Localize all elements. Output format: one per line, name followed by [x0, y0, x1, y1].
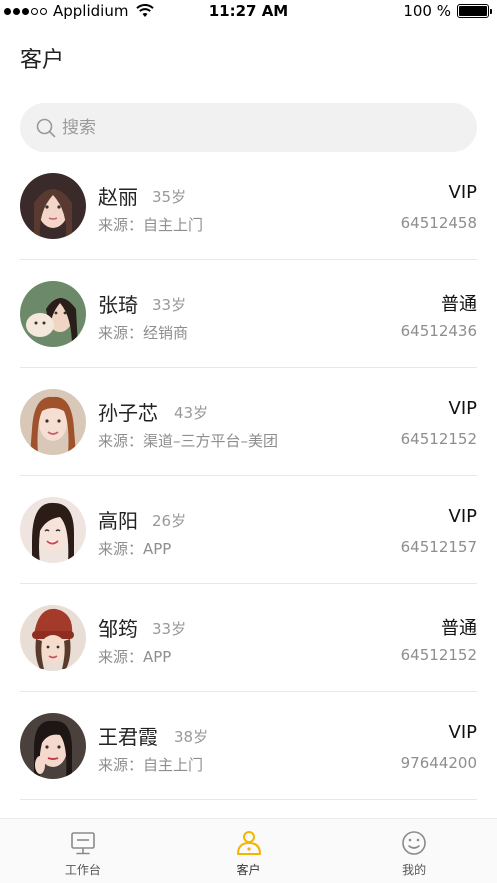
customer-tier: 普通 — [441, 294, 477, 315]
customer-name: 赵丽 — [98, 185, 138, 209]
status-right: 100 % — [403, 2, 492, 20]
tab-label: 客户 — [236, 863, 261, 877]
customer-tier: VIP — [448, 398, 477, 419]
battery-icon — [457, 4, 492, 18]
customer-phone: 97644200 — [400, 754, 477, 772]
status-bar: Applidium 11:27 AM 100 % — [0, 0, 497, 22]
customer-phone: 64512458 — [400, 214, 477, 232]
monitor-icon — [71, 832, 95, 855]
customer-tier: VIP — [448, 182, 477, 203]
customer-age: 26岁 — [152, 512, 187, 530]
customer-row[interactable]: 赵丽 35岁 来源：自主上门 VIP 64512458 — [20, 152, 477, 260]
avatar — [20, 497, 86, 563]
customer-source: 来源：APP — [98, 648, 172, 666]
tab-label: 我的 — [402, 863, 427, 877]
customer-phone: 64512152 — [400, 646, 477, 664]
customer-age: 33岁 — [152, 620, 187, 638]
smile-icon — [402, 831, 426, 855]
customer-name: 孙子芯 — [98, 401, 158, 425]
avatar — [20, 281, 86, 347]
customer-row[interactable]: 邹筠 33岁 来源：APP 普通 64512152 — [20, 584, 477, 692]
customer-age: 43岁 — [174, 404, 209, 422]
customer-tier: VIP — [448, 722, 477, 743]
battery-percent: 100 % — [403, 2, 451, 20]
search-icon — [36, 118, 56, 137]
customer-row[interactable]: 王君霞 38岁 来源：自主上门 VIP 97644200 — [20, 692, 477, 800]
tab-label: 工作台 — [64, 863, 101, 877]
customer-tier: 普通 — [441, 618, 477, 639]
customer-phone: 64512436 — [400, 322, 477, 340]
customer-row[interactable]: 张琦 33岁 来源：经销商 普通 64512436 — [20, 260, 477, 368]
avatar — [20, 389, 86, 455]
customer-source: 来源：经销商 — [98, 324, 189, 342]
customer-source: 来源：自主上门 — [98, 756, 204, 774]
customer-row[interactable]: 高阳 26岁 来源：APP VIP 64512157 — [20, 476, 477, 584]
tab-workbench[interactable]: 工作台 — [0, 819, 166, 883]
customer-name: 高阳 — [98, 509, 138, 533]
customer-phone: 64512152 — [400, 430, 477, 448]
customer-name: 张琦 — [98, 293, 138, 317]
customer-source: 来源：渠道–三方平台–美团 — [98, 432, 279, 450]
customer-name: 邹筠 — [98, 617, 138, 641]
tab-bar: 工作台 客户 我的 — [0, 818, 497, 883]
search-input[interactable] — [62, 117, 442, 138]
customer-source: 来源：自主上门 — [98, 216, 204, 234]
avatar — [20, 713, 86, 779]
customer-name: 王君霞 — [98, 725, 158, 749]
customer-row[interactable]: 孙子芯 43岁 来源：渠道–三方平台–美团 VIP 64512152 — [20, 368, 477, 476]
customer-age: 33岁 — [152, 296, 187, 314]
customer-source: 来源：APP — [98, 540, 172, 558]
page-title: 客户 — [20, 48, 65, 73]
avatar — [20, 173, 86, 239]
avatar — [20, 605, 86, 671]
battery-fill — [459, 6, 487, 16]
search-bar[interactable] — [20, 103, 477, 152]
customer-phone: 64512157 — [400, 538, 477, 556]
customer-age: 38岁 — [174, 728, 209, 746]
tab-customers[interactable]: 客户 — [166, 819, 332, 883]
customer-tier: VIP — [448, 506, 477, 527]
customer-list: 赵丽 35岁 来源：自主上门 VIP 64512458 张琦 33岁 来源：经销… — [0, 152, 497, 800]
customer-age: 35岁 — [152, 188, 187, 206]
user-icon — [236, 831, 261, 855]
tab-mine[interactable]: 我的 — [331, 819, 497, 883]
